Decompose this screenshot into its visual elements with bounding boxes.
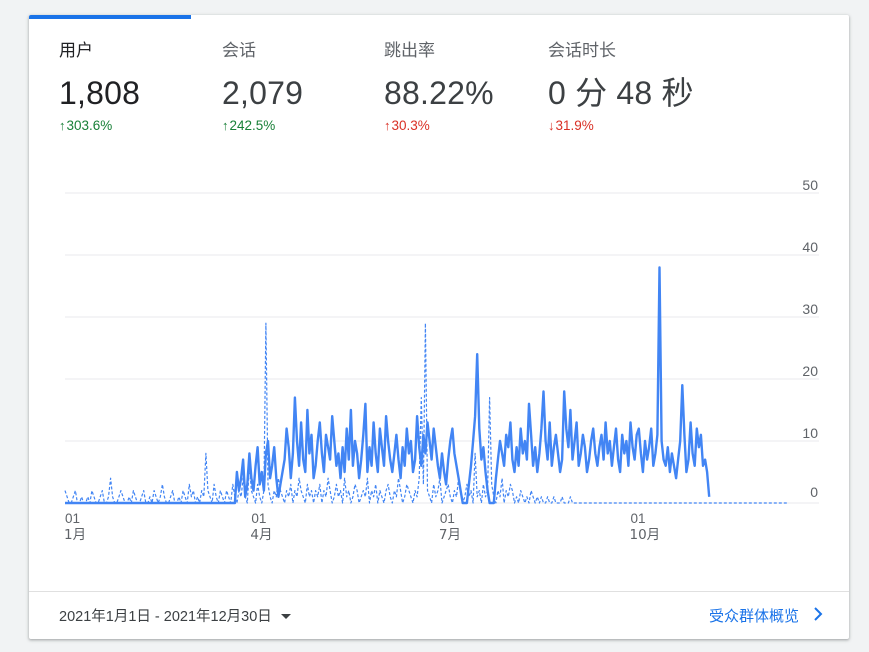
y-tick-label: 30 — [802, 301, 818, 317]
x-tick-day-label: 01 — [251, 511, 266, 526]
x-tick-month-label: 10月 — [630, 527, 661, 543]
y-tick-label: 40 — [802, 239, 818, 255]
audience-overview-card: 用户 1,808 ↑ 303.6% 会话 2,079 ↑ 242.5% 跳出率 88… — [29, 15, 849, 639]
y-tick-label: 10 — [802, 425, 818, 441]
x-tick-day-label: 01 — [440, 511, 455, 526]
overview-link-label: 受众群体概览 — [708, 608, 799, 625]
x-tick-month-label: 7月 — [439, 527, 461, 543]
audience-overview-link[interactable]: 受众群体概览 — [709, 605, 823, 626]
chevron-right-icon — [813, 606, 823, 625]
y-tick-label: 0 — [810, 484, 818, 500]
x-tick-day-label: 01 — [65, 511, 80, 526]
dropdown-caret-icon — [280, 614, 291, 619]
x-tick-month-label: 1月 — [64, 527, 86, 543]
footer-divider — [29, 591, 849, 592]
date-range-selector[interactable]: 2021年1月1日 - 2021年12月30日 — [59, 605, 291, 626]
y-tick-label: 50 — [802, 177, 818, 193]
series-line-previous — [64, 322, 788, 504]
date-range-label: 2021年1月1日 - 2021年12月30日 — [59, 609, 272, 625]
x-tick-month-label: 4月 — [250, 527, 272, 543]
x-tick-day-label: 01 — [631, 511, 646, 526]
sessions-line-chart: 50403020100011月014月017月0110月 — [64, 177, 819, 543]
y-tick-label: 20 — [802, 363, 818, 379]
series-line-current — [65, 266, 711, 505]
